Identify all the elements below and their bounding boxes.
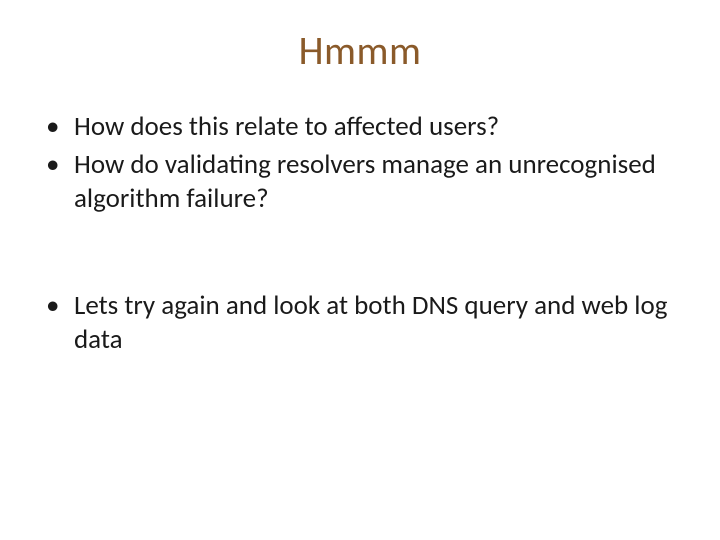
slide: Hmmm How does this relate to affected us… (0, 0, 720, 540)
slide-title: Hmmm (0, 26, 720, 75)
slide-body: How does this relate to affected users? … (40, 110, 680, 361)
spacer (40, 219, 680, 289)
bullet-list-top: How does this relate to affected users? … (40, 110, 680, 215)
list-item: How do validating resolvers manage an un… (40, 148, 680, 216)
list-item: How does this relate to affected users? (40, 110, 680, 144)
bullet-list-bottom: Lets try again and look at both DNS quer… (40, 289, 680, 357)
list-item: Lets try again and look at both DNS quer… (40, 289, 680, 357)
